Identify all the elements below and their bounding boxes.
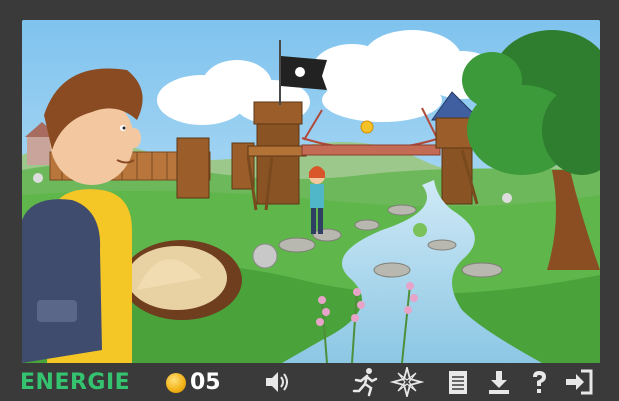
coin-count: 05 <box>190 370 221 395</box>
notebook-icon[interactable] <box>443 367 473 397</box>
floating-coin-icon[interactable] <box>360 120 374 134</box>
coin-icon <box>166 373 186 393</box>
sandbox <box>122 240 242 320</box>
speaker-icon[interactable] <box>262 367 292 397</box>
running-person-icon[interactable] <box>350 367 380 397</box>
compass-rose-icon[interactable] <box>390 367 424 397</box>
backpack-icon <box>22 199 102 363</box>
game-toolbar: ENERGIE 05 <box>0 363 619 401</box>
stone-disc[interactable] <box>252 243 278 269</box>
energy-label: ENERGIE <box>20 370 131 395</box>
game-scene[interactable] <box>22 20 600 363</box>
question-mark-icon[interactable] <box>524 367 554 397</box>
download-icon[interactable] <box>484 367 514 397</box>
scene-illustration <box>22 20 600 363</box>
game-window: ENERGIE 05 <box>0 0 619 401</box>
exit-icon[interactable] <box>564 367 594 397</box>
